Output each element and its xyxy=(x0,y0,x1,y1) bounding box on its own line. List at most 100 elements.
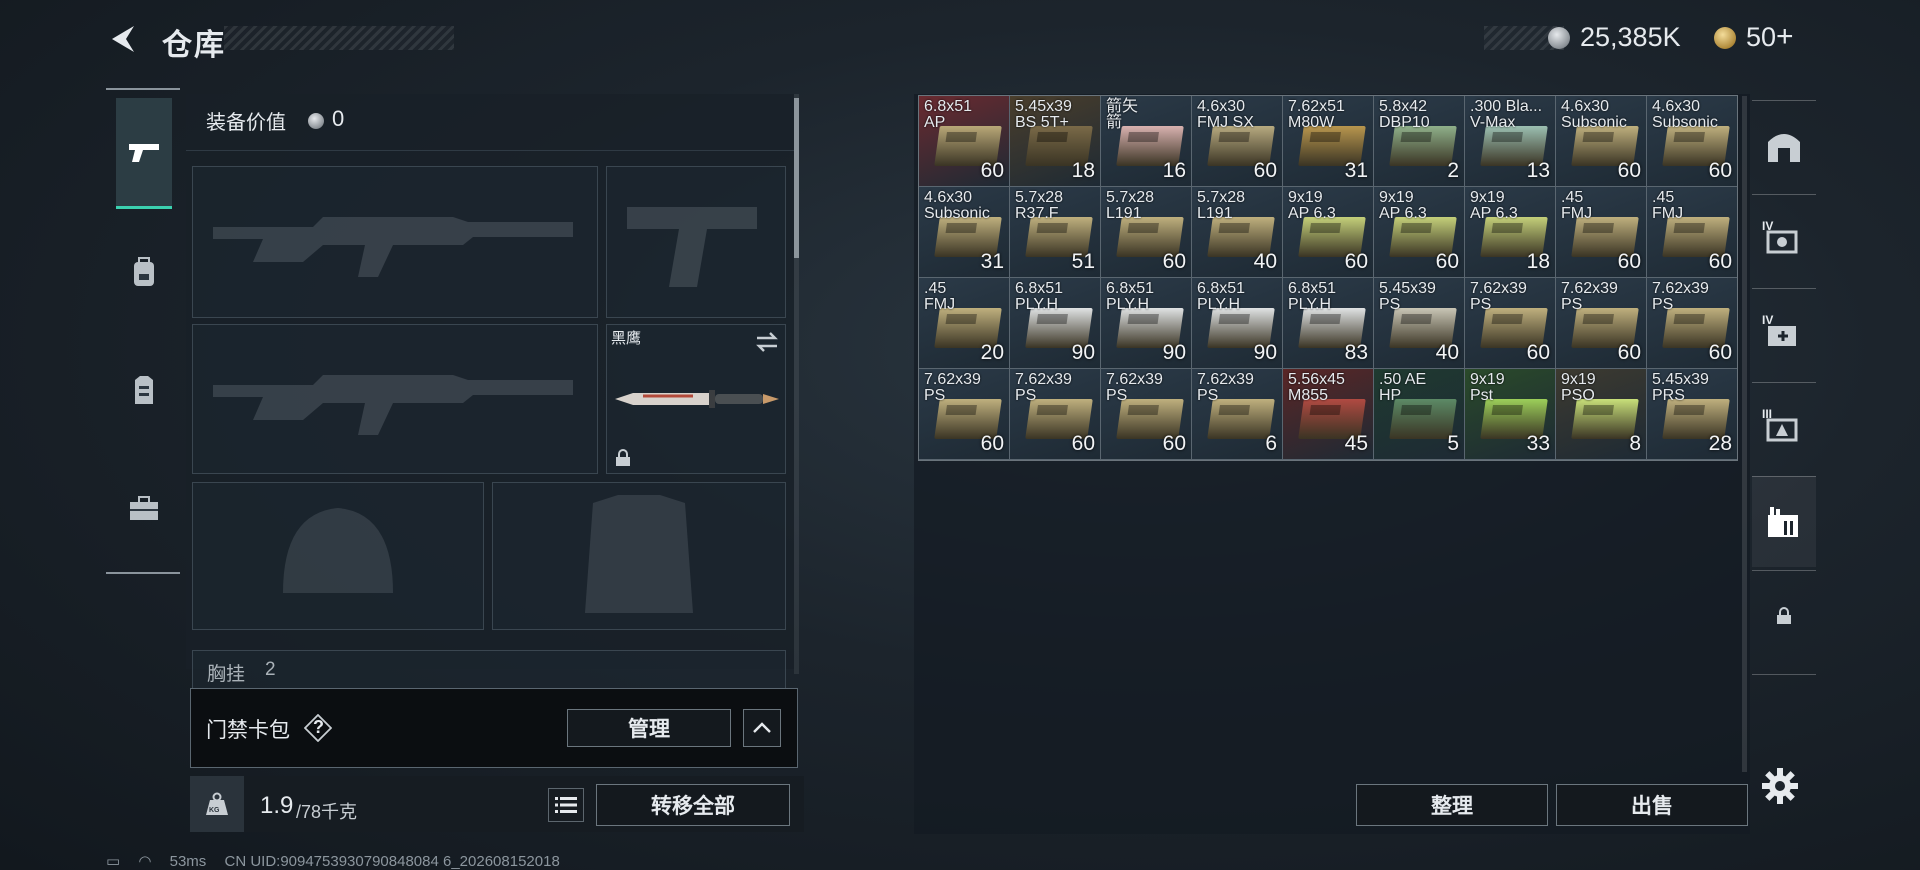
ammo-item[interactable]: 9x19 PSO 8 xyxy=(1556,369,1646,459)
chevron-up-icon xyxy=(753,722,771,733)
ammo-quantity: 31 xyxy=(980,250,1004,273)
ammo-quantity: 90 xyxy=(1253,341,1277,364)
ammo-name: 6.8x51 AP xyxy=(924,98,973,131)
ammo-item[interactable]: 7.62x39 PS 60 xyxy=(1010,369,1100,459)
ammo-item[interactable]: 6.8x51 PLY.H 90 xyxy=(1101,278,1191,368)
ammo-item[interactable]: 7.62x39 PS 60 xyxy=(919,369,1009,459)
ammo-name: 9x19 AP 6.3 xyxy=(1470,189,1518,222)
swap-icon[interactable] xyxy=(755,331,779,353)
ammo-quantity: 33 xyxy=(1526,432,1550,455)
ammo-item[interactable]: 7.62x39 PS 60 xyxy=(1101,369,1191,459)
ammo-item[interactable]: 9x19 AP 6.3 60 xyxy=(1283,187,1373,277)
ammo-item[interactable]: 5.7x28 L191 60 xyxy=(1101,187,1191,277)
ammo-item[interactable]: 5.45x39 PRS 28 xyxy=(1647,369,1737,459)
loadout-scroll-thumb[interactable] xyxy=(794,98,799,258)
ammo-item[interactable]: .45 FMJ 60 xyxy=(1556,187,1646,277)
ammo-item[interactable]: 6.8x51 PLY.H 83 xyxy=(1283,278,1373,368)
ammo-name: 6.8x51 PLY.H xyxy=(1106,280,1155,313)
sell-button[interactable]: 出售 xyxy=(1556,784,1748,826)
ammo-item[interactable]: 5.8x42 DBP10 2 xyxy=(1374,96,1464,186)
ammo-item[interactable]: 6.8x51 PLY.H 90 xyxy=(1010,278,1100,368)
secondary-weapon-slot[interactable] xyxy=(192,324,598,474)
ammo-quantity: 60 xyxy=(1071,432,1095,455)
tab-container-iv-b[interactable]: IV xyxy=(1752,288,1816,379)
primary-weapon-slot[interactable] xyxy=(192,166,598,318)
armor-slot[interactable] xyxy=(492,482,786,630)
ammo-quantity: 13 xyxy=(1526,159,1550,182)
ammo-name: 7.62x39 PS xyxy=(1197,371,1254,404)
tab-case[interactable] xyxy=(116,458,172,558)
ammo-item[interactable]: .50 AE HP 5 xyxy=(1374,369,1464,459)
ammo-item[interactable]: 4.6x30 Subsonic 60 xyxy=(1647,96,1737,186)
manage-button[interactable]: 管理 xyxy=(567,709,731,747)
transfer-all-button[interactable]: 转移全部 xyxy=(596,784,790,826)
ammo-quantity: 8 xyxy=(1629,432,1641,455)
ammo-item[interactable]: 9x19 Pst 33 xyxy=(1465,369,1555,459)
ammo-name: 4.6x30 Subsonic xyxy=(924,189,990,222)
ammo-name: 4.6x30 Subsonic xyxy=(1652,98,1718,131)
storage-scrollbar[interactable] xyxy=(1742,96,1747,772)
ammo-item[interactable]: 6.8x51 PLY.H 90 xyxy=(1192,278,1282,368)
tab-ammo-case[interactable] xyxy=(1752,476,1816,567)
ammo-name: 7.62x39 PS xyxy=(1652,280,1709,313)
pistol-slot[interactable] xyxy=(606,166,786,318)
ammo-item[interactable]: 6.8x51 AP 60 xyxy=(919,96,1009,186)
tab-container-iii[interactable]: III xyxy=(1752,382,1816,473)
pistol-icon xyxy=(129,144,159,162)
melee-slot[interactable]: 黑鹰 xyxy=(606,324,786,474)
knife-icon xyxy=(615,390,779,408)
helmet-slot[interactable] xyxy=(192,482,484,630)
ammo-quantity: 60 xyxy=(980,432,1004,455)
ammo-item[interactable]: 5.56x45 M855 45 xyxy=(1283,369,1373,459)
ammo-name: 7.62x51 M80W xyxy=(1288,98,1345,131)
ammo-item[interactable]: 4.6x30 FMJ SX 60 xyxy=(1192,96,1282,186)
ammo-name: .45 FMJ xyxy=(1652,189,1684,222)
ammo-item[interactable]: 7.62x39 PS 60 xyxy=(1465,278,1555,368)
tier-label: IV xyxy=(1762,313,1774,327)
settings-gear-icon[interactable] xyxy=(1760,766,1800,806)
tab-locked[interactable] xyxy=(1752,570,1816,661)
ammo-item[interactable]: 7.62x51 M80W 31 xyxy=(1283,96,1373,186)
ammo-item[interactable]: 5.7x28 L191 40 xyxy=(1192,187,1282,277)
ammo-item[interactable]: 9x19 AP 6.3 60 xyxy=(1374,187,1464,277)
ammo-item[interactable]: 4.6x30 Subsonic 31 xyxy=(919,187,1009,277)
ammo-name: 6.8x51 PLY.H xyxy=(1288,280,1337,313)
back-icon[interactable] xyxy=(106,22,140,56)
ammo-item[interactable]: 4.6x30 Subsonic 60 xyxy=(1556,96,1646,186)
ammo-quantity: 40 xyxy=(1435,341,1459,364)
tab-backpack[interactable] xyxy=(116,222,172,322)
ammo-item[interactable]: 9x19 AP 6.3 18 xyxy=(1465,187,1555,277)
tab-weapons[interactable] xyxy=(116,98,172,209)
wifi-icon: ◠ xyxy=(138,853,152,870)
ammo-quantity: 31 xyxy=(1344,159,1368,182)
ammo-item[interactable]: 7.62x39 PS 6 xyxy=(1192,369,1282,459)
ammo-item[interactable]: 7.62x39 PS 60 xyxy=(1647,278,1737,368)
sort-button[interactable]: 整理 xyxy=(1356,784,1548,826)
status-bar: ▭ ◠ 53ms CN UID:9094753930790848084 6_20… xyxy=(106,852,574,870)
ammo-quantity: 18 xyxy=(1526,250,1550,273)
ammo-item[interactable]: 箭矢 箭 16 xyxy=(1101,96,1191,186)
ammo-name: 6.8x51 PLY.H xyxy=(1015,280,1064,313)
ammo-item[interactable]: 7.62x39 PS 60 xyxy=(1556,278,1646,368)
collapse-button[interactable] xyxy=(743,709,781,747)
tab-container-iv-a[interactable]: IV xyxy=(1752,194,1816,285)
add-currency-button[interactable]: + xyxy=(1776,20,1794,54)
ammo-item[interactable]: .45 FMJ 20 xyxy=(919,278,1009,368)
page-title: 仓库 xyxy=(162,29,226,62)
tab-storage-main[interactable] xyxy=(1752,100,1816,191)
sidebar-divider-bottom xyxy=(106,572,180,574)
help-icon[interactable]: ? xyxy=(303,713,333,743)
ammo-name: 5.45x39 PS xyxy=(1379,280,1436,313)
chest-rig-label: 胸挂 xyxy=(207,664,246,685)
ammo-quantity: 60 xyxy=(980,159,1004,182)
list-view-button[interactable] xyxy=(548,788,584,822)
tab-vest[interactable] xyxy=(116,340,172,440)
ammo-item[interactable]: 5.45x39 PS 40 xyxy=(1374,278,1464,368)
ammo-item[interactable]: .45 FMJ 60 xyxy=(1647,187,1737,277)
armor-silhouette-icon xyxy=(585,495,693,613)
ammo-item[interactable]: .300 Bla... V-Max 13 xyxy=(1465,96,1555,186)
ammo-name: 4.6x30 FMJ SX xyxy=(1197,98,1254,131)
chest-rig-slot[interactable]: 胸挂 2 xyxy=(192,650,786,690)
ammo-item[interactable]: 5.45x39 BS 5T+ 18 xyxy=(1010,96,1100,186)
ammo-item[interactable]: 5.7x28 R37.F 51 xyxy=(1010,187,1100,277)
